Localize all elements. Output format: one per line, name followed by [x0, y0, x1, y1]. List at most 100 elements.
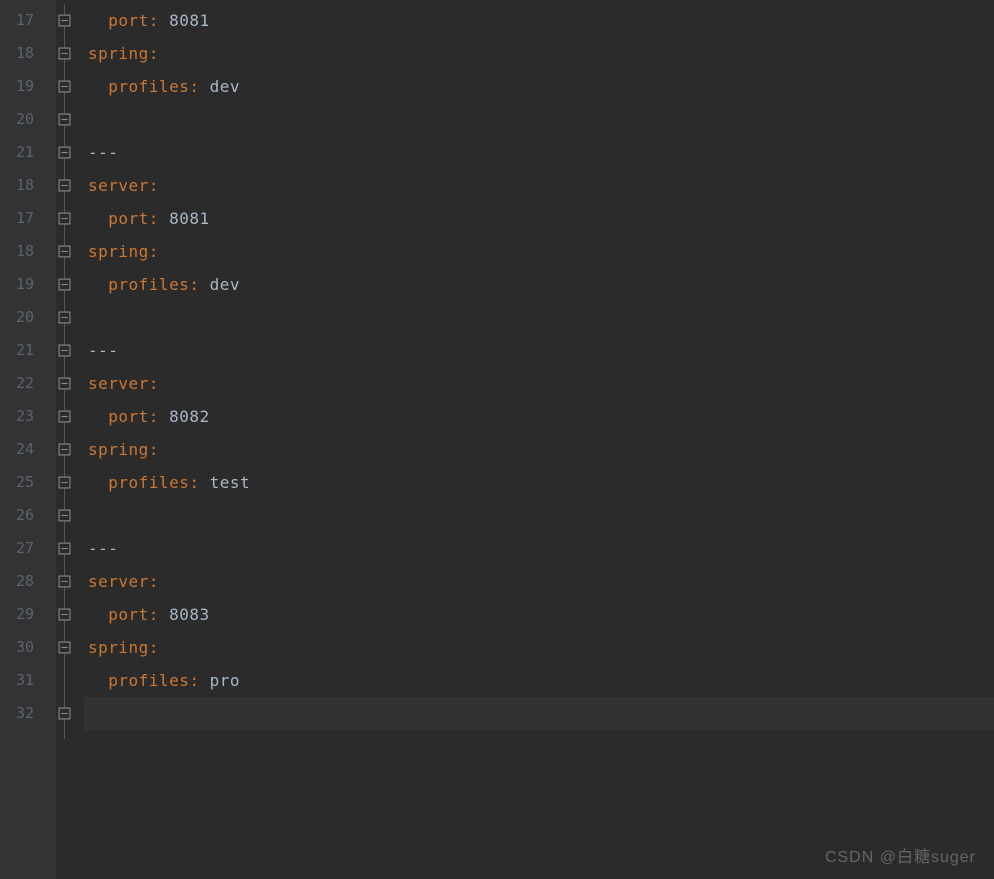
line-number-gutter: 1718192021181718192021222324252627282930… — [0, 0, 56, 879]
line-number: 18 — [0, 169, 56, 202]
code-line[interactable]: profiles: dev — [84, 268, 994, 301]
yaml-colon: : — [189, 671, 209, 690]
yaml-colon: : — [149, 242, 159, 261]
yaml-colon: : — [149, 11, 169, 30]
fold-marker-icon[interactable] — [56, 235, 84, 268]
yaml-colon: : — [149, 407, 169, 426]
code-line[interactable]: spring: — [84, 433, 994, 466]
yaml-colon: : — [149, 572, 159, 591]
fold-marker-icon[interactable] — [56, 433, 84, 466]
code-line[interactable] — [84, 499, 994, 532]
yaml-key: profiles — [108, 473, 189, 492]
fold-marker-icon[interactable] — [56, 103, 84, 136]
yaml-key: spring — [88, 44, 149, 63]
fold-marker-icon — [56, 664, 84, 697]
yaml-value: dev — [210, 77, 240, 96]
yaml-colon: : — [149, 176, 159, 195]
yaml-key: profiles — [108, 275, 189, 294]
code-line[interactable] — [84, 103, 994, 136]
yaml-key: port — [108, 11, 149, 30]
fold-marker-icon[interactable] — [56, 697, 84, 730]
yaml-key: port — [108, 605, 149, 624]
fold-marker-icon[interactable] — [56, 37, 84, 70]
line-number: 20 — [0, 301, 56, 334]
yaml-colon: : — [189, 275, 209, 294]
yaml-key: profiles — [108, 77, 189, 96]
line-number: 27 — [0, 532, 56, 565]
line-number: 28 — [0, 565, 56, 598]
line-number: 18 — [0, 235, 56, 268]
code-line[interactable]: profiles: dev — [84, 70, 994, 103]
code-line[interactable]: --- — [84, 334, 994, 367]
fold-gutter — [56, 0, 84, 879]
yaml-value: 8082 — [169, 407, 210, 426]
yaml-value: 8081 — [169, 209, 210, 228]
fold-marker-icon[interactable] — [56, 70, 84, 103]
line-number: 30 — [0, 631, 56, 664]
watermark-text: CSDN @白糖suger — [825, 843, 976, 867]
code-area[interactable]: port: 8081spring: profiles: dev ---serve… — [84, 0, 994, 879]
line-number: 29 — [0, 598, 56, 631]
fold-marker-icon[interactable] — [56, 4, 84, 37]
code-line[interactable] — [84, 697, 994, 730]
yaml-value: 8081 — [169, 11, 210, 30]
fold-marker-icon[interactable] — [56, 136, 84, 169]
line-number: 25 — [0, 466, 56, 499]
fold-marker-icon[interactable] — [56, 334, 84, 367]
yaml-key: port — [108, 209, 149, 228]
yaml-document-separator: --- — [88, 539, 118, 558]
line-number: 32 — [0, 697, 56, 730]
code-line[interactable]: server: — [84, 367, 994, 400]
yaml-document-separator: --- — [88, 143, 118, 162]
code-editor[interactable]: 1718192021181718192021222324252627282930… — [0, 0, 994, 879]
yaml-colon: : — [149, 374, 159, 393]
yaml-key: spring — [88, 440, 149, 459]
fold-marker-icon[interactable] — [56, 499, 84, 532]
yaml-key: profiles — [108, 671, 189, 690]
code-line[interactable]: port: 8081 — [84, 202, 994, 235]
yaml-key: spring — [88, 242, 149, 261]
code-line[interactable]: profiles: test — [84, 466, 994, 499]
fold-marker-icon[interactable] — [56, 598, 84, 631]
code-line[interactable]: spring: — [84, 235, 994, 268]
yaml-key: port — [108, 407, 149, 426]
yaml-key: server — [88, 374, 149, 393]
code-line[interactable]: --- — [84, 532, 994, 565]
fold-marker-icon[interactable] — [56, 268, 84, 301]
yaml-value: test — [210, 473, 251, 492]
yaml-value: 8083 — [169, 605, 210, 624]
fold-marker-icon[interactable] — [56, 202, 84, 235]
line-number: 17 — [0, 4, 56, 37]
yaml-key: spring — [88, 638, 149, 657]
code-line[interactable]: server: — [84, 169, 994, 202]
fold-marker-icon[interactable] — [56, 400, 84, 433]
yaml-colon: : — [149, 440, 159, 459]
code-line[interactable]: --- — [84, 136, 994, 169]
fold-marker-icon[interactable] — [56, 631, 84, 664]
fold-marker-icon[interactable] — [56, 169, 84, 202]
line-number: 19 — [0, 70, 56, 103]
fold-marker-icon[interactable] — [56, 532, 84, 565]
yaml-key: server — [88, 572, 149, 591]
yaml-document-separator: --- — [88, 341, 118, 360]
line-number: 18 — [0, 37, 56, 70]
fold-marker-icon[interactable] — [56, 565, 84, 598]
line-number: 20 — [0, 103, 56, 136]
code-line[interactable]: profiles: pro — [84, 664, 994, 697]
line-number: 22 — [0, 367, 56, 400]
yaml-value: pro — [210, 671, 240, 690]
fold-marker-icon[interactable] — [56, 301, 84, 334]
code-line[interactable] — [84, 301, 994, 334]
yaml-colon: : — [189, 77, 209, 96]
line-number: 21 — [0, 136, 56, 169]
code-line[interactable]: spring: — [84, 37, 994, 70]
code-line[interactable]: port: 8083 — [84, 598, 994, 631]
code-line[interactable]: port: 8082 — [84, 400, 994, 433]
yaml-colon: : — [149, 209, 169, 228]
line-number: 23 — [0, 400, 56, 433]
fold-marker-icon[interactable] — [56, 367, 84, 400]
code-line[interactable]: spring: — [84, 631, 994, 664]
code-line[interactable]: server: — [84, 565, 994, 598]
fold-marker-icon[interactable] — [56, 466, 84, 499]
code-line[interactable]: port: 8081 — [84, 4, 994, 37]
